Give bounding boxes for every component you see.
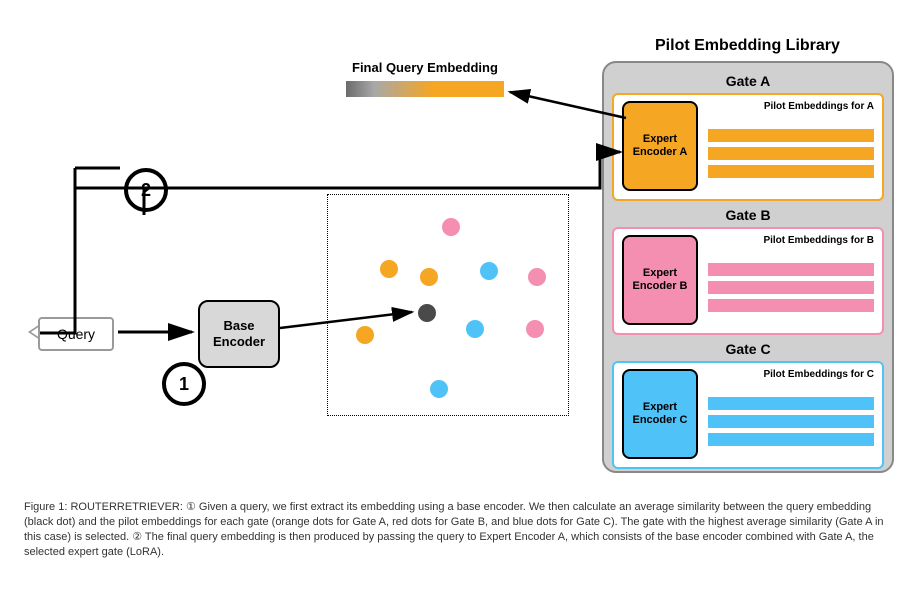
pilot-embeddings-c-label: Pilot Embeddings for C bbox=[708, 369, 874, 380]
gate-c-box: Expert Encoder C Pilot Embeddings for C bbox=[612, 361, 884, 469]
gate-c-title: Gate C bbox=[612, 341, 884, 357]
pe-a-bar-icon bbox=[708, 165, 874, 178]
embedding-dot-black bbox=[418, 304, 436, 322]
pe-a-bar-icon bbox=[708, 147, 874, 160]
pilot-embeddings-b-bars bbox=[708, 249, 874, 325]
expert-encoder-a: Expert Encoder A bbox=[622, 101, 698, 191]
embedding-dot-orange bbox=[380, 260, 398, 278]
pilot-embeddings-c-bars bbox=[708, 383, 874, 459]
gate-b-box: Expert Encoder B Pilot Embeddings for B bbox=[612, 227, 884, 335]
embedding-dot-orange bbox=[420, 268, 438, 286]
pe-c-bar-icon bbox=[708, 397, 874, 410]
step-badge-1: 1 bbox=[162, 362, 206, 406]
pe-a-bar-icon bbox=[708, 129, 874, 142]
embedding-dot-pink bbox=[528, 268, 546, 286]
pe-b-bar-icon bbox=[708, 281, 874, 294]
expert-encoder-c-label: Expert Encoder C bbox=[632, 401, 687, 427]
query-label: Query bbox=[57, 326, 95, 342]
expert-encoder-b: Expert Encoder B bbox=[622, 235, 698, 325]
expert-encoder-c: Expert Encoder C bbox=[622, 369, 698, 459]
step-badge-2: 2 bbox=[124, 168, 168, 212]
query-tag: Query bbox=[38, 317, 114, 351]
pe-c-bar-icon bbox=[708, 433, 874, 446]
embedding-dot-pink bbox=[526, 320, 544, 338]
pilot-embedding-library: Gate A Expert Encoder A Pilot Embeddings… bbox=[602, 61, 894, 473]
pe-b-bar-icon bbox=[708, 299, 874, 312]
final-embedding-bar bbox=[346, 81, 504, 97]
embedding-dot-blue bbox=[480, 262, 498, 280]
pe-c-bar-icon bbox=[708, 415, 874, 428]
pilot-embeddings-a-label: Pilot Embeddings for A bbox=[708, 101, 874, 112]
pilot-embeddings-a-bars bbox=[708, 115, 874, 191]
gate-b-title: Gate B bbox=[612, 207, 884, 223]
final-embedding-title: Final Query Embedding bbox=[352, 60, 498, 75]
step-2-number: 2 bbox=[141, 180, 151, 201]
expert-encoder-b-label: Expert Encoder B bbox=[632, 267, 687, 293]
embedding-dot-blue bbox=[430, 380, 448, 398]
gate-a-title: Gate A bbox=[612, 73, 884, 89]
base-encoder-box: Base Encoder bbox=[198, 300, 280, 368]
embedding-dot-orange bbox=[356, 326, 374, 344]
step-1-number: 1 bbox=[179, 374, 189, 395]
base-encoder-label: Base Encoder bbox=[213, 318, 265, 349]
embedding-dot-pink bbox=[442, 218, 460, 236]
expert-encoder-a-label: Expert Encoder A bbox=[633, 133, 688, 159]
pilot-embeddings-b-label: Pilot Embeddings for B bbox=[708, 235, 874, 246]
pe-b-bar-icon bbox=[708, 263, 874, 276]
pilot-library-title: Pilot Embedding Library bbox=[655, 37, 840, 55]
gate-a-box: Expert Encoder A Pilot Embeddings for A bbox=[612, 93, 884, 201]
figure-caption: Figure 1: ROUTERRETRIEVER: ① Given a que… bbox=[24, 500, 897, 559]
embedding-dot-blue bbox=[466, 320, 484, 338]
